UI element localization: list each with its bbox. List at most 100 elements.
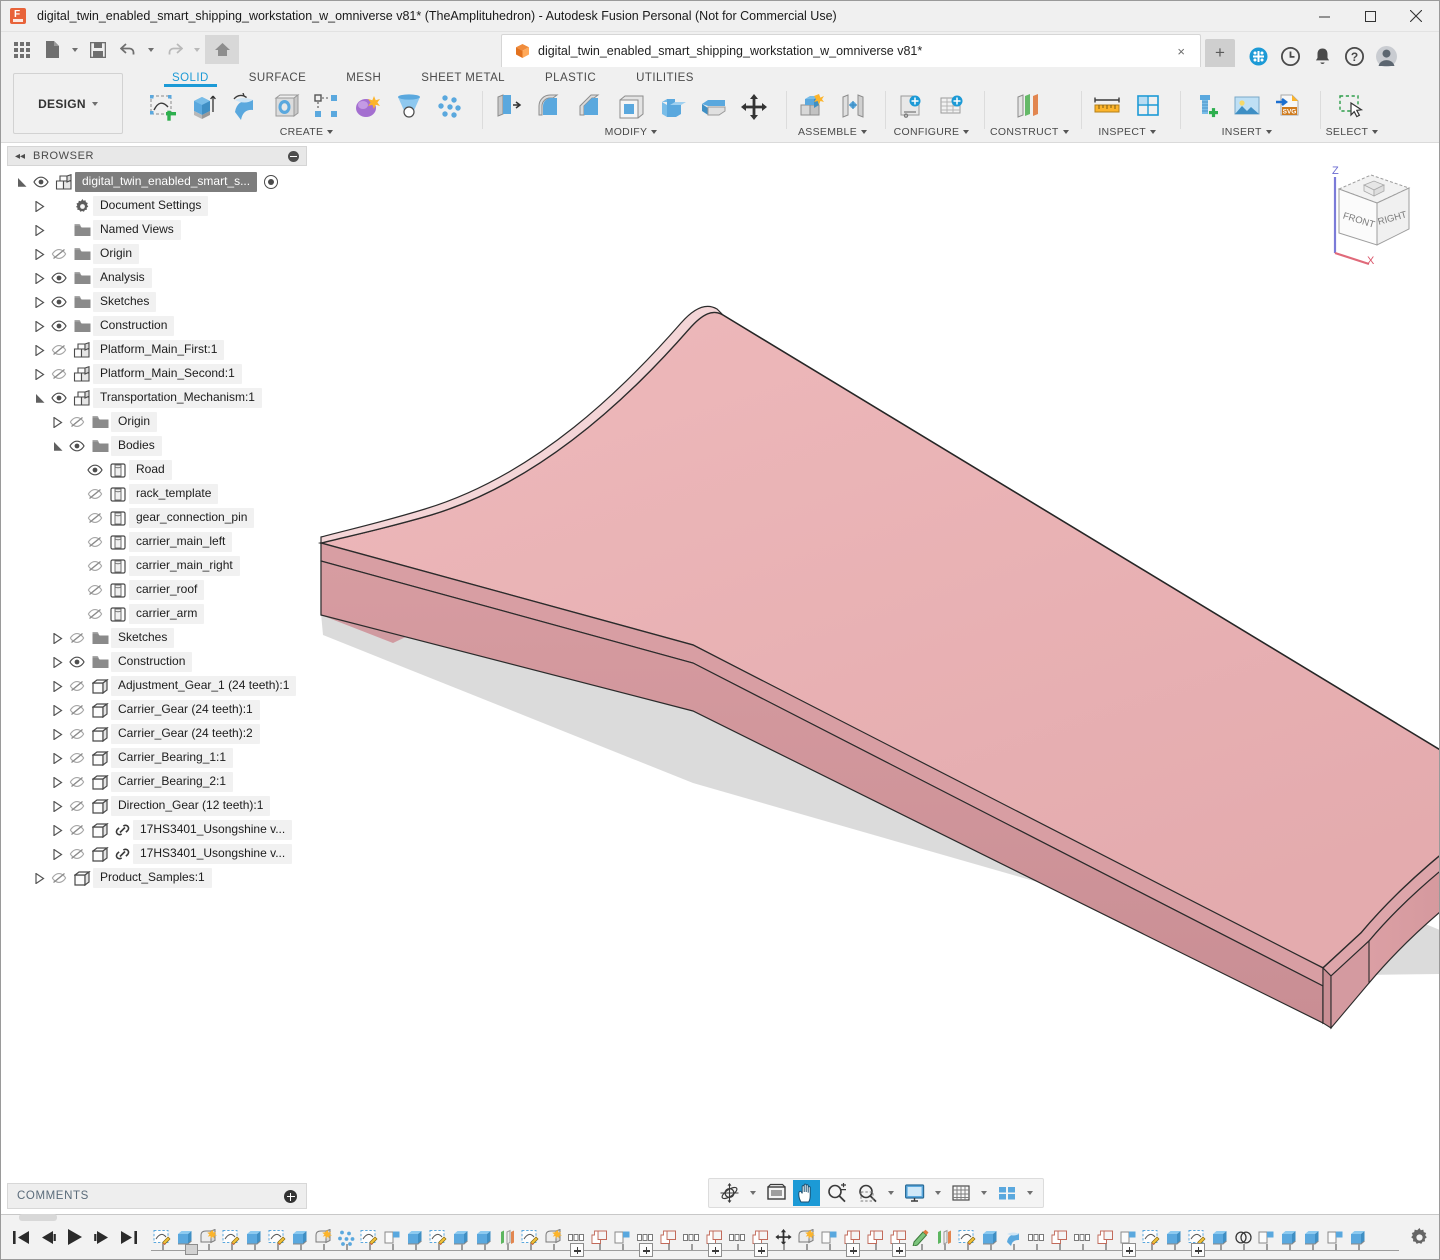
measure-icon[interactable] <box>1087 89 1127 125</box>
expander-collapsed-icon[interactable] <box>51 770 65 794</box>
panel-assemble-label[interactable]: ASSEMBLE <box>798 126 867 138</box>
browser-node[interactable]: gear_connection_pin <box>1 506 313 530</box>
play-icon[interactable] <box>67 1229 83 1245</box>
visibility-eye-off-icon[interactable] <box>65 770 89 794</box>
visibility-eye-icon[interactable] <box>47 290 71 314</box>
orbit-dropdown-caret[interactable] <box>746 1180 760 1206</box>
timeline-group-expand-icon[interactable] <box>1191 1243 1205 1257</box>
browser-node[interactable]: Carrier_Gear (24 teeth):2 <box>1 722 313 746</box>
shell-icon[interactable] <box>611 89 651 125</box>
tab-sheet-metal[interactable]: SHEET METAL <box>401 72 525 84</box>
pan-icon[interactable] <box>793 1180 820 1206</box>
visibility-eye-icon[interactable] <box>65 434 89 458</box>
visibility-eye-off-icon[interactable] <box>83 482 107 506</box>
save-icon[interactable] <box>83 36 113 64</box>
hole-pattern-icon[interactable] <box>430 89 470 125</box>
expander-collapsed-icon[interactable] <box>51 722 65 746</box>
visibility-eye-off-icon[interactable] <box>47 866 71 890</box>
browser-node[interactable]: rack_template <box>1 482 313 506</box>
joint-icon[interactable] <box>833 89 873 125</box>
visibility-eye-off-icon[interactable] <box>65 818 89 842</box>
visibility-eye-icon[interactable] <box>47 314 71 338</box>
browser-node[interactable]: Carrier_Bearing_2:1 <box>1 770 313 794</box>
document-tab-close-icon[interactable]: × <box>1174 44 1188 59</box>
panel-select-label[interactable]: SELECT <box>1326 126 1379 138</box>
expander-collapsed-icon[interactable] <box>51 698 65 722</box>
panel-insert-label[interactable]: INSERT <box>1222 126 1272 138</box>
expander-collapsed-icon[interactable] <box>33 866 47 890</box>
timeline-group-expand-icon[interactable] <box>754 1243 768 1257</box>
visibility-eye-icon[interactable] <box>47 266 71 290</box>
browser-node[interactable]: Bodies <box>1 434 313 458</box>
expander-collapsed-icon[interactable] <box>51 650 65 674</box>
help-icon[interactable]: ? <box>1344 46 1365 67</box>
visibility-eye-off-icon[interactable] <box>65 794 89 818</box>
redo-dropdown-caret[interactable] <box>189 36 205 64</box>
visibility-eye-off-icon[interactable] <box>47 338 71 362</box>
visibility-eye-off-icon[interactable] <box>47 362 71 386</box>
browser-node[interactable]: carrier_main_right <box>1 554 313 578</box>
activate-component-radio[interactable] <box>264 175 278 189</box>
visibility-eye-icon[interactable] <box>29 170 53 194</box>
redo-icon[interactable] <box>159 36 189 64</box>
go-to-end-icon[interactable] <box>120 1230 137 1245</box>
zoom-window-dropdown-caret[interactable] <box>884 1180 898 1206</box>
timeline-group-expand-icon[interactable] <box>708 1243 722 1257</box>
timeline-group-expand-icon[interactable] <box>639 1243 653 1257</box>
notifications-bell-icon[interactable] <box>1312 46 1333 67</box>
document-tab[interactable]: digital_twin_enabled_smart_shipping_work… <box>501 34 1201 67</box>
chamfer-icon[interactable] <box>570 89 610 125</box>
visibility-eye-off-icon[interactable] <box>83 530 107 554</box>
workspace-selector[interactable]: DESIGN <box>13 73 123 134</box>
new-component-icon[interactable] <box>792 89 832 125</box>
panel-modify-label[interactable]: MODIFY <box>605 126 658 138</box>
extrude-icon[interactable] <box>184 89 224 125</box>
viewports-dropdown-caret[interactable] <box>1023 1180 1037 1206</box>
press-pull-icon[interactable] <box>488 89 528 125</box>
move-copy-icon[interactable] <box>734 89 774 125</box>
insert-mcmaster-icon[interactable] <box>1186 89 1226 125</box>
browser-node[interactable]: Named Views <box>1 218 313 242</box>
step-forward-icon[interactable] <box>93 1230 110 1245</box>
visibility-eye-off-icon[interactable] <box>65 842 89 866</box>
collapse-panel-icon[interactable]: ◂◂ <box>15 151 25 162</box>
expander-collapsed-icon[interactable] <box>51 674 65 698</box>
expander-expanded-icon[interactable] <box>15 170 29 194</box>
expander-expanded-icon[interactable] <box>51 434 65 458</box>
browser-node[interactable]: Carrier_Bearing_1:1 <box>1 746 313 770</box>
browser-minimize-icon[interactable] <box>288 151 299 162</box>
expander-collapsed-icon[interactable] <box>33 266 47 290</box>
visibility-eye-icon[interactable] <box>83 458 107 482</box>
timeline-feature-list[interactable] <box>151 1215 1399 1259</box>
visibility-eye-off-icon[interactable] <box>65 410 89 434</box>
visibility-eye-off-icon[interactable] <box>65 746 89 770</box>
orbit-icon[interactable] <box>715 1180 744 1206</box>
visibility-eye-icon[interactable] <box>47 386 71 410</box>
browser-node[interactable]: Adjustment_Gear_1 (24 teeth):1 <box>1 674 313 698</box>
display-settings-dropdown-caret[interactable] <box>931 1180 945 1206</box>
viewports-icon[interactable] <box>993 1180 1021 1206</box>
expander-expanded-icon[interactable] <box>33 386 47 410</box>
configuration-table-icon[interactable] <box>932 89 972 125</box>
add-comment-icon[interactable] <box>284 1190 297 1203</box>
combine-icon[interactable] <box>652 89 692 125</box>
loft-icon[interactable] <box>389 89 429 125</box>
account-avatar[interactable] <box>1376 46 1397 67</box>
undo-icon[interactable] <box>113 36 143 64</box>
model-render[interactable] <box>313 143 1439 1153</box>
visibility-eye-off-icon[interactable] <box>83 506 107 530</box>
browser-node[interactable]: Origin <box>1 410 313 434</box>
close-button[interactable] <box>1393 1 1439 32</box>
browser-node[interactable]: Platform_Main_First:1 <box>1 338 313 362</box>
browser-node[interactable]: Origin <box>1 242 313 266</box>
panel-scroll-nub[interactable] <box>19 1214 57 1221</box>
grid-snaps-icon[interactable] <box>947 1180 975 1206</box>
tab-plastic[interactable]: PLASTIC <box>525 72 616 84</box>
timeline-group-expand-icon[interactable] <box>1122 1243 1136 1257</box>
file-dropdown-caret[interactable] <box>67 36 83 64</box>
visibility-eye-off-icon[interactable] <box>83 602 107 626</box>
new-tab-button[interactable]: + <box>1205 39 1235 67</box>
maximize-button[interactable] <box>1347 1 1393 32</box>
zoom-window-icon[interactable] <box>853 1180 882 1206</box>
browser-node[interactable]: Carrier_Gear (24 teeth):1 <box>1 698 313 722</box>
